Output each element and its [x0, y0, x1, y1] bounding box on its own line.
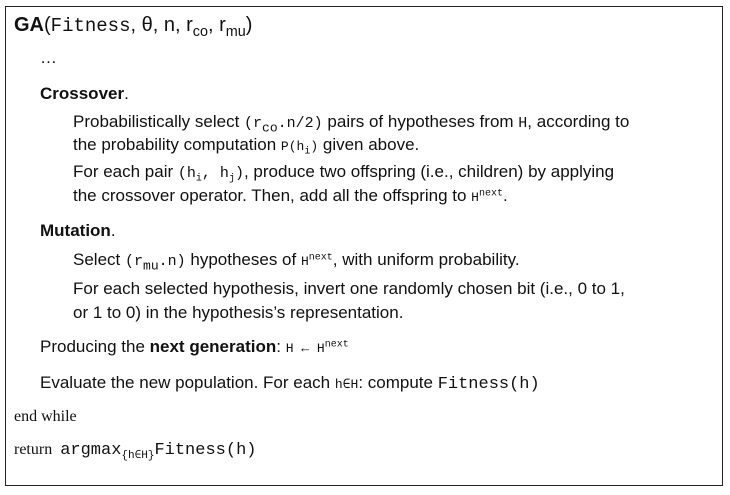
crossover-line-2: the probability computation P(hi) given … — [73, 135, 420, 158]
mutation-heading: Mutation. — [40, 221, 116, 240]
mutation-line-2: For each selected hypothesis, invert one… — [73, 279, 625, 298]
produce-next-generation: Producing the next generation: H ← Hnext — [40, 337, 349, 356]
ellipsis: … — [40, 48, 57, 67]
param-rco: rco — [186, 14, 208, 41]
crossover-line-1: Probabilistically select (rco.n/2) pairs… — [73, 112, 630, 136]
crossover-heading: Crossover. — [40, 84, 129, 103]
end-while: end while — [14, 408, 77, 425]
algorithm-signature: GA(Fitness, θ, n, rco, rmu) — [14, 14, 253, 41]
return-statement: return argmax{h∈H}Fitness(h) — [14, 441, 257, 462]
param-fitness: Fitness — [50, 15, 131, 37]
crossover-line-4: the crossover operator. Then, add all th… — [73, 186, 508, 205]
mutation-line-1: Select (rmu.n) hypotheses of Hnext, with… — [73, 250, 520, 274]
mutation-line-3: or 1 to 0) in the hypothesis’s represent… — [73, 303, 404, 322]
algorithm-box — [5, 6, 723, 486]
evaluate-population: Evaluate the new population. For each h∈… — [40, 373, 540, 394]
crossover-line-3: For each pair (hi, hj), produce two offs… — [73, 162, 615, 185]
param-theta: θ — [141, 14, 153, 36]
param-n: n — [163, 14, 175, 36]
algorithm-name: GA — [14, 14, 44, 36]
param-rmu: rmu — [219, 14, 246, 41]
